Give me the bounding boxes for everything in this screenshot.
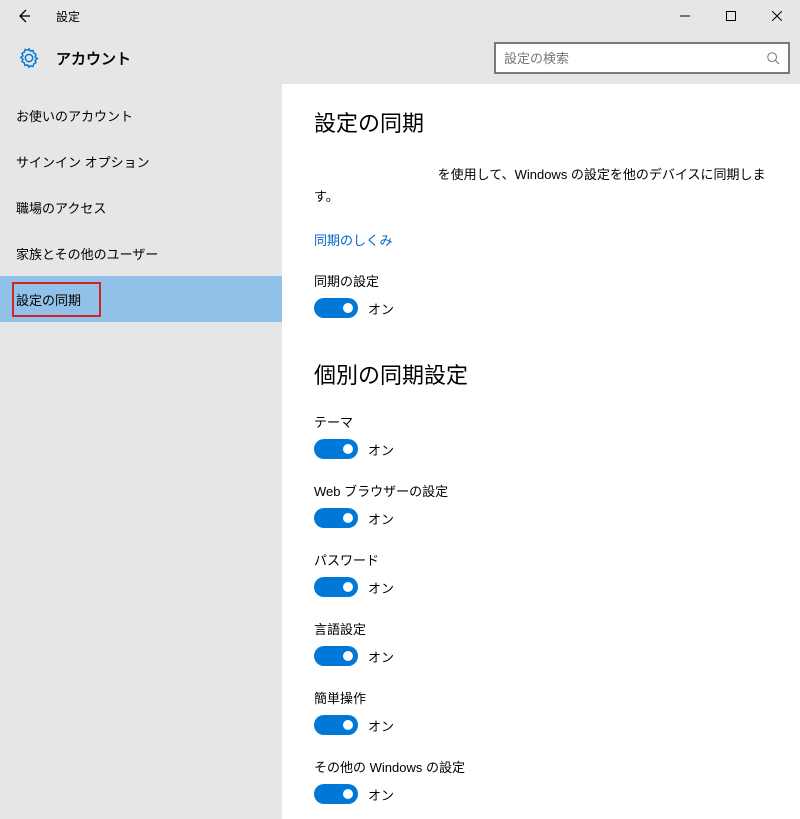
search-input[interactable] <box>504 51 766 66</box>
sidebar-item-sync-settings[interactable]: 設定の同期 <box>0 276 282 322</box>
sidebar-item-label: サインイン オプション <box>16 152 150 171</box>
settings-gear-icon <box>12 47 46 69</box>
other-windows-toggle[interactable] <box>314 784 358 804</box>
other-windows-label: その他の Windows の設定 <box>314 757 780 776</box>
theme-label: テーマ <box>314 412 780 431</box>
ease-of-access-label: 簡単操作 <box>314 688 780 707</box>
theme-toggle[interactable] <box>314 439 358 459</box>
minimize-button[interactable] <box>662 0 708 32</box>
toggle-state-label: オン <box>368 509 394 528</box>
password-block: パスワード オン <box>314 550 780 597</box>
maximize-button[interactable] <box>708 0 754 32</box>
sync-description: を使用して、Windows の設定を他のデバイスに同期します。 <box>314 164 780 208</box>
language-block: 言語設定 オン <box>314 619 780 666</box>
sidebar-item-family-users[interactable]: 家族とその他のユーザー <box>0 230 282 276</box>
main-heading: 設定の同期 <box>314 106 780 138</box>
highlight-box: 設定の同期 <box>12 282 101 317</box>
how-sync-works-link[interactable]: 同期のしくみ <box>314 230 393 249</box>
header: アカウント <box>0 32 800 84</box>
browser-block: Web ブラウザーの設定 オン <box>314 481 780 528</box>
arrow-left-icon <box>16 8 32 24</box>
maximize-icon <box>726 11 736 21</box>
browser-label: Web ブラウザーの設定 <box>314 481 780 500</box>
desc-text: を使用して、Windows の設定を他のデバイスに同期します。 <box>314 167 766 204</box>
page-title: アカウント <box>46 48 131 69</box>
sync-settings-label: 同期の設定 <box>314 271 780 290</box>
titlebar: 設定 <box>0 0 800 32</box>
toggle-state-label: オン <box>368 716 394 735</box>
window-title: 設定 <box>48 8 80 25</box>
sync-settings-block: 同期の設定 オン <box>314 271 780 318</box>
close-button[interactable] <box>754 0 800 32</box>
toggle-state-label: オン <box>368 578 394 597</box>
search-box[interactable] <box>494 42 790 74</box>
language-label: 言語設定 <box>314 619 780 638</box>
sidebar: お使いのアカウント サインイン オプション 職場のアクセス 家族とその他のユーザ… <box>0 84 282 819</box>
password-label: パスワード <box>314 550 780 569</box>
toggle-state-label: オン <box>368 785 394 804</box>
sidebar-item-label: 設定の同期 <box>16 293 81 308</box>
sidebar-item-label: 家族とその他のユーザー <box>16 244 158 263</box>
close-icon <box>772 11 782 21</box>
sidebar-item-label: お使いのアカウント <box>16 106 133 125</box>
language-toggle[interactable] <box>314 646 358 666</box>
individual-heading: 個別の同期設定 <box>314 358 780 390</box>
search-icon <box>766 51 780 65</box>
back-button[interactable] <box>0 0 48 32</box>
sidebar-item-label: 職場のアクセス <box>16 198 106 217</box>
other-windows-block: その他の Windows の設定 オン <box>314 757 780 804</box>
toggle-state-label: オン <box>368 299 394 318</box>
ease-of-access-block: 簡単操作 オン <box>314 688 780 735</box>
password-toggle[interactable] <box>314 577 358 597</box>
toggle-state-label: オン <box>368 647 394 666</box>
minimize-icon <box>680 11 690 21</box>
main-content: 設定の同期 を使用して、Windows の設定を他のデバイスに同期します。 同期… <box>282 84 800 819</box>
sync-settings-toggle[interactable] <box>314 298 358 318</box>
browser-toggle[interactable] <box>314 508 358 528</box>
theme-block: テーマ オン <box>314 412 780 459</box>
ease-of-access-toggle[interactable] <box>314 715 358 735</box>
sidebar-item-signin-options[interactable]: サインイン オプション <box>0 138 282 184</box>
toggle-state-label: オン <box>368 440 394 459</box>
sidebar-item-work-access[interactable]: 職場のアクセス <box>0 184 282 230</box>
sidebar-item-your-account[interactable]: お使いのアカウント <box>0 92 282 138</box>
